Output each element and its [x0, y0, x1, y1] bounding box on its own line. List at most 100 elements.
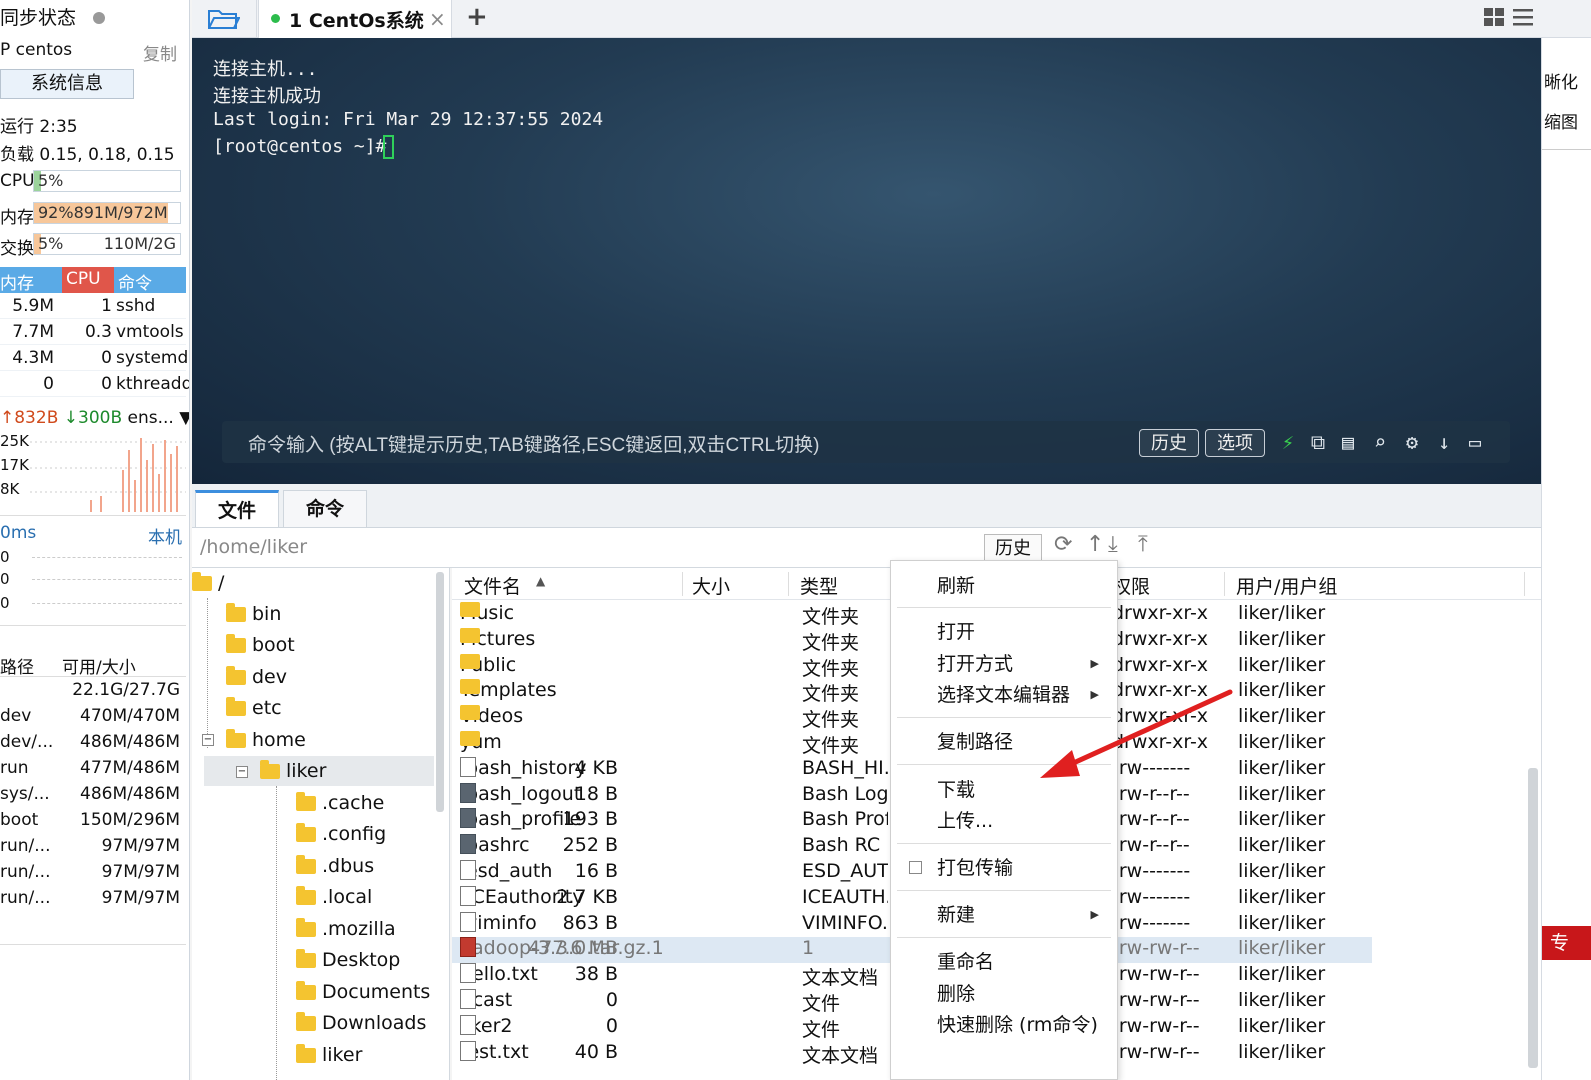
arrow-down-icon[interactable]: ↓: [1431, 429, 1457, 455]
disk-row[interactable]: dev 470M/470M: [0, 704, 186, 730]
tab-files[interactable]: 文件: [195, 490, 279, 528]
menu-icon[interactable]: [1512, 6, 1534, 28]
grid-layout-icon[interactable]: [1483, 6, 1505, 28]
right-edge-badge[interactable]: 专: [1542, 926, 1591, 960]
copy-ip-button[interactable]: 复制: [143, 40, 177, 65]
checkbox[interactable]: [909, 861, 922, 874]
menu-item-open-with[interactable]: 打开方式 ▶: [891, 649, 1117, 679]
tree-node[interactable]: dev: [226, 666, 287, 696]
tab-commands[interactable]: 命令: [283, 490, 367, 528]
folder-icon: [460, 627, 480, 643]
disk-size: 477M/486M: [80, 758, 180, 778]
tab-centos-session[interactable]: 1 CentOs系统 ×: [258, 0, 452, 38]
ip-label: P centos: [0, 40, 73, 60]
paste-icon[interactable]: ▤: [1335, 429, 1361, 455]
chevron-down-icon[interactable]: ▼: [179, 408, 189, 428]
proc-cpu: 0.3: [84, 322, 112, 342]
menu-item-quick-delete[interactable]: 快速删除 (rm命令): [891, 1010, 1117, 1040]
process-row[interactable]: 7.7M 0.3 vmtools: [0, 319, 186, 345]
tree-node[interactable]: .cache: [296, 792, 384, 822]
header-type[interactable]: 类型: [800, 572, 838, 599]
up-dir-icon[interactable]: ↑: [1086, 532, 1104, 557]
file-type: VIMINFO...: [802, 911, 888, 934]
tree-node[interactable]: .dbus: [296, 855, 374, 885]
file-size: 0: [605, 989, 618, 1011]
tree-node[interactable]: Documents: [296, 981, 430, 1011]
menu-item-pack-transfer[interactable]: 打包传输: [891, 853, 1117, 883]
disk-row[interactable]: run/... 97M/97M: [0, 834, 186, 860]
disk-header-size[interactable]: 可用/大小: [62, 653, 136, 678]
header-name[interactable]: 文件名: [464, 572, 521, 599]
tree-label: /: [218, 572, 225, 594]
file-name: .bash_logout: [460, 782, 684, 805]
tree-node[interactable]: .mozilla: [296, 918, 396, 948]
disk-row[interactable]: 22.1G/27.7G: [0, 678, 186, 704]
right-edge-text: 晰化: [1544, 73, 1578, 93]
file-size: 863 B: [562, 911, 618, 934]
tree-node[interactable]: Desktop: [296, 949, 400, 979]
upload-icon[interactable]: ⤒: [1138, 532, 1148, 557]
tree-node[interactable]: etc: [226, 697, 282, 727]
file-type: 文本文档: [802, 967, 879, 990]
maximize-icon[interactable]: ▭: [1462, 429, 1488, 455]
file-perm: -rw-rw-r--: [1112, 989, 1200, 1011]
process-row[interactable]: 5.9M 1 sshd: [0, 293, 186, 319]
tree-scrollbar[interactable]: [436, 572, 444, 812]
tree-node[interactable]: bin: [226, 603, 281, 633]
collapse-icon[interactable]: −: [202, 734, 214, 746]
proc-header-cpu[interactable]: CPU: [62, 267, 114, 293]
tree-node[interactable]: Downloads: [296, 1012, 426, 1042]
copy-icon[interactable]: ⧉: [1305, 429, 1331, 455]
sysinfo-button[interactable]: 系统信息: [0, 69, 134, 99]
disk-header-path[interactable]: 路径: [0, 653, 34, 678]
tree-node[interactable]: .local: [296, 886, 372, 916]
header-owner[interactable]: 用户/用户组: [1236, 572, 1337, 599]
disk-row[interactable]: run 477M/486M: [0, 756, 186, 782]
tree-node[interactable]: liker: [296, 1044, 362, 1074]
menu-item-open[interactable]: 打开: [891, 617, 1117, 647]
history-button[interactable]: 历史: [1139, 429, 1199, 457]
context-menu: 刷新 打开 打开方式 ▶ 选择文本编辑器 ▶ 复制路径 下载 上传... 打包传输 …: [890, 560, 1118, 1080]
file-owner: liker/liker: [1238, 937, 1326, 960]
menu-item-new[interactable]: 新建 ▶: [891, 900, 1117, 930]
lightning-icon[interactable]: ⚡: [1275, 429, 1301, 455]
file-perm: -rw-------: [1112, 911, 1191, 934]
tree-node[interactable]: /: [192, 572, 224, 602]
header-size[interactable]: 大小: [692, 572, 730, 599]
new-tab-button[interactable]: +: [466, 2, 488, 32]
collapse-icon[interactable]: −: [236, 766, 248, 778]
menu-item-rename[interactable]: 重命名: [891, 947, 1117, 977]
disk-row[interactable]: dev/... 486M/486M: [0, 730, 186, 756]
menu-item-refresh[interactable]: 刷新: [891, 571, 1117, 601]
ping-axis-label: 0: [0, 548, 10, 566]
menu-item-delete[interactable]: 删除: [891, 979, 1117, 1009]
process-row[interactable]: 4.3M 0 systemd: [0, 345, 188, 371]
file-name: yum: [460, 731, 684, 753]
gear-icon[interactable]: ⚙: [1399, 429, 1425, 455]
terminal[interactable]: 连接主机... 连接主机成功 Last login: Fri Mar 29 12…: [192, 38, 1541, 484]
disk-row[interactable]: run/... 97M/97M: [0, 886, 186, 912]
disk-row[interactable]: sys/... 486M/486M: [0, 782, 186, 808]
disk-row[interactable]: run/... 97M/97M: [0, 860, 186, 886]
search-icon[interactable]: ⌕: [1367, 429, 1393, 455]
command-input[interactable]: 命令输入 (按ALT键提示历史,TAB键路径,ESC键返回,双击CTRL切换): [248, 430, 819, 457]
tree-node-selected[interactable]: liker: [260, 760, 326, 790]
folder-open-icon[interactable]: [206, 4, 241, 32]
process-row[interactable]: 0 0 kthreadd: [0, 371, 189, 397]
file-list-scrollbar[interactable]: [1528, 768, 1538, 1068]
tree-node[interactable]: .config: [296, 823, 386, 853]
download-icon[interactable]: ⤓: [1108, 532, 1118, 557]
file-type: BASH_HI...: [802, 756, 888, 779]
proc-header-cmd[interactable]: 命令: [118, 269, 152, 294]
path-input[interactable]: /home/liker: [200, 536, 307, 558]
menu-item-upload[interactable]: 上传...: [891, 806, 1117, 836]
close-tab-icon[interactable]: ×: [429, 7, 446, 31]
command-input-bar[interactable]: 命令输入 (按ALT键提示历史,TAB键路径,ESC键返回,双击CTRL切换) …: [222, 421, 1510, 463]
disk-row[interactable]: boot 150M/296M: [0, 808, 186, 834]
tree-node[interactable]: home: [226, 729, 306, 759]
options-button[interactable]: 选项: [1205, 429, 1265, 457]
tree-node[interactable]: boot: [226, 634, 295, 664]
ping-host[interactable]: 本机: [148, 523, 182, 548]
refresh-icon[interactable]: ⟳: [1054, 532, 1072, 557]
proc-header-mem[interactable]: 内存: [0, 269, 34, 294]
